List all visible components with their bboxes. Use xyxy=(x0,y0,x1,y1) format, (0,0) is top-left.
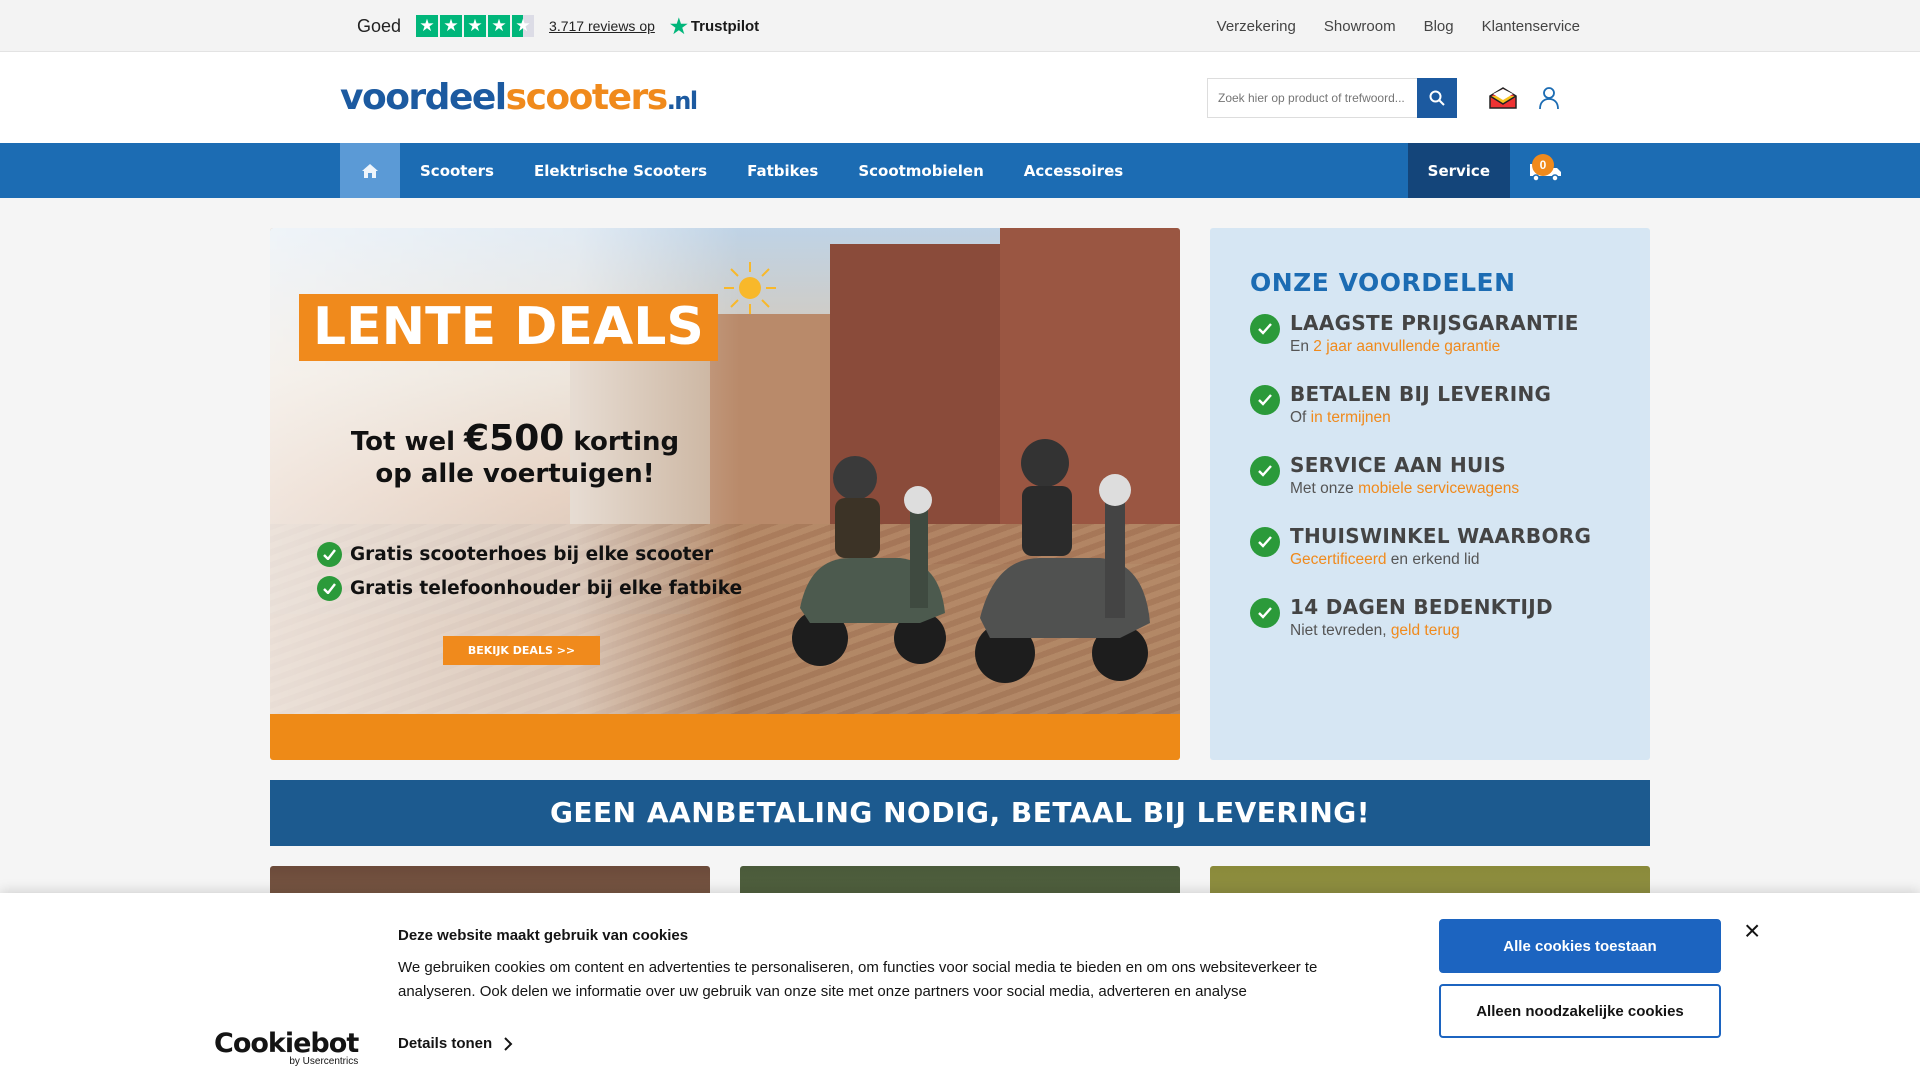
korting-post: korting xyxy=(564,427,680,457)
necessary-cookies-button[interactable]: Alleen noodzakelijke cookies xyxy=(1439,984,1721,1038)
check-icon xyxy=(1250,385,1280,415)
top-link-klantenservice[interactable]: Klantenservice xyxy=(1482,18,1580,35)
half-star-icon: ★ xyxy=(512,15,535,37)
trustpilot-rating-word: Goed xyxy=(357,15,402,36)
voordeel-item: LAAGSTE PRIJSGARANTIE En 2 jaar aanvulle… xyxy=(1250,311,1650,356)
korting-amount: €500 xyxy=(464,418,565,459)
search-button[interactable] xyxy=(1417,77,1457,118)
cookiebot-logo: Cookiebot by Usercentrics xyxy=(214,1028,359,1067)
voordeel-item: SERVICE AAN HUIS Met onze mobiele servic… xyxy=(1250,453,1650,498)
voordeel-heading: SERVICE AAN HUIS xyxy=(1290,453,1506,477)
top-link-blog[interactable]: Blog xyxy=(1424,18,1454,35)
scooter-illustration xyxy=(950,418,1170,693)
korting-line2: op alle voertuigen! xyxy=(375,459,655,489)
check-icon xyxy=(1250,456,1280,486)
trustpilot-widget[interactable]: Goed ★ ★ ★ ★ ★ 3.717 reviews op ★ Trustp… xyxy=(357,14,759,39)
banner-photo: LENTE DEALS Tot wel €500 korting op alle… xyxy=(270,228,1180,714)
cookie-title: Deze website maakt gebruik van cookies xyxy=(398,927,689,944)
cookie-details-label: Details tonen xyxy=(398,1035,493,1052)
star-icon: ★ xyxy=(488,15,511,37)
cookie-description: We gebruiken cookies om content en adver… xyxy=(398,959,1318,1000)
nav-item-elektrische-scooters[interactable]: Elektrische Scooters xyxy=(514,143,727,198)
home-icon xyxy=(362,163,378,178)
nav-item-scooters[interactable]: Scooters xyxy=(400,143,514,198)
voordeel-link[interactable]: mobiele servicewagens xyxy=(1358,480,1519,497)
nav-item-service[interactable]: Service xyxy=(1407,143,1510,198)
logo-text-nl: .nl xyxy=(666,87,698,115)
trustpilot-stars: ★ ★ ★ ★ ★ xyxy=(416,15,535,37)
search-icon xyxy=(1429,90,1445,106)
voordeel-link[interactable]: geld terug xyxy=(1391,622,1460,639)
check-icon xyxy=(317,576,342,601)
voordeel-heading: BETALEN BIJ LEVERING xyxy=(1290,382,1552,406)
voordeel-subtext: En 2 jaar aanvullende garantie xyxy=(1290,338,1501,355)
top-link-showroom[interactable]: Showroom xyxy=(1324,18,1396,35)
voordeel-item: THUISWINKEL WAARBORG Gecertificeerd en e… xyxy=(1250,524,1650,569)
voordelen-title: ONZE VOORDELEN xyxy=(1250,268,1516,297)
search-input[interactable] xyxy=(1207,77,1417,118)
star-icon: ★ xyxy=(464,15,487,37)
header: voordeelscooters.nl xyxy=(0,52,1920,143)
nav-item-scootmobielen[interactable]: Scootmobielen xyxy=(838,143,1003,198)
check-icon xyxy=(1250,527,1280,557)
star-icon: ★ xyxy=(416,15,439,37)
scooter-illustration xyxy=(770,438,970,673)
check-icon xyxy=(1250,598,1280,628)
cart-count-badge: 0 xyxy=(1532,154,1554,176)
promo-perk: Gratis scooterhoes bij elke scooter xyxy=(317,542,713,567)
bekijk-deals-button[interactable]: BEKIJK DEALS >> xyxy=(443,636,600,665)
voordeel-heading: LAAGSTE PRIJSGARANTIE xyxy=(1290,311,1579,335)
cookiebot-logo-text: Cookiebot xyxy=(214,1028,359,1059)
top-bar: Goed ★ ★ ★ ★ ★ 3.717 reviews op ★ Trustp… xyxy=(0,0,1920,52)
promo-headline: LENTE DEALS xyxy=(299,294,718,361)
user-account-icon[interactable] xyxy=(1533,82,1565,114)
trustpilot-star-icon: ★ xyxy=(669,15,688,38)
promo-korting-text: Tot wel €500 korting op alle voertuigen! xyxy=(330,421,700,490)
top-link-verzekering[interactable]: Verzekering xyxy=(1217,18,1296,35)
top-links: Verzekering Showroom Blog Klantenservice xyxy=(1217,18,1580,35)
cookie-banner: Cookiebot by Usercentrics Deze website m… xyxy=(0,893,1920,1080)
korting-pre: Tot wel xyxy=(350,427,465,457)
mail-icon[interactable] xyxy=(1487,82,1519,114)
nav-home-button[interactable] xyxy=(340,143,400,198)
chevron-right-icon xyxy=(504,1036,513,1051)
main-nav: Scooters Elektrische Scooters Fatbikes S… xyxy=(0,143,1920,198)
voordelen-panel: ONZE VOORDELEN LAAGSTE PRIJSGARANTIE En … xyxy=(1210,228,1650,760)
voordeel-link[interactable]: Gecertificeerd xyxy=(1290,551,1386,568)
allow-all-cookies-button[interactable]: Alle cookies toestaan xyxy=(1439,919,1721,973)
check-icon xyxy=(317,542,342,567)
voordeel-item: BETALEN BIJ LEVERING Of in termijnen xyxy=(1250,382,1650,427)
promo-banner[interactable]: LENTE DEALS Tot wel €500 korting op alle… xyxy=(270,228,1180,760)
trustpilot-reviews-link[interactable]: 3.717 reviews op xyxy=(549,18,655,34)
voordeel-subtext: Met onze mobiele servicewagens xyxy=(1290,480,1520,497)
star-icon: ★ xyxy=(440,15,463,37)
nav-item-fatbikes[interactable]: Fatbikes xyxy=(727,143,838,198)
voordeel-subtext: Gecertificeerd en erkend lid xyxy=(1290,551,1480,568)
voordeel-link[interactable]: 2 jaar aanvullende garantie xyxy=(1313,338,1500,355)
voordeel-link[interactable]: in termijnen xyxy=(1311,409,1391,426)
promo-perk: Gratis telefoonhouder bij elke fatbike xyxy=(317,576,742,601)
nav-item-accessoires[interactable]: Accessoires xyxy=(1004,143,1143,198)
payment-strip: GEEN AANBETALING NODIG, BETAAL BIJ LEVER… xyxy=(270,780,1650,846)
voordeel-heading: THUISWINKEL WAARBORG xyxy=(1290,524,1592,548)
voordeel-item: 14 DAGEN BEDENKTIJD Niet tevreden, geld … xyxy=(1250,595,1650,640)
cookie-details-toggle[interactable]: Details tonen xyxy=(398,1035,513,1052)
close-icon[interactable]: × xyxy=(1744,917,1760,945)
trustpilot-logo-text: Trustpilot xyxy=(690,17,760,35)
logo-text-scooters: scooters xyxy=(505,77,669,118)
voordeel-subtext: Niet tevreden, geld terug xyxy=(1290,622,1460,639)
perk-text: Gratis scooterhoes bij elke scooter xyxy=(350,544,714,565)
perk-text: Gratis telefoonhouder bij elke fatbike xyxy=(350,578,743,599)
site-logo[interactable]: voordeelscooters.nl xyxy=(340,77,698,118)
trustpilot-logo: ★ Trustpilot xyxy=(670,14,759,39)
logo-text-voordeel: voordeel xyxy=(340,77,507,118)
sun-icon xyxy=(722,260,778,321)
search-form xyxy=(1207,77,1457,118)
voordeel-subtext: Of in termijnen xyxy=(1290,409,1391,426)
cart-button[interactable]: 0 xyxy=(1510,143,1580,198)
voordeel-heading: 14 DAGEN BEDENKTIJD xyxy=(1290,595,1553,619)
check-icon xyxy=(1250,314,1280,344)
